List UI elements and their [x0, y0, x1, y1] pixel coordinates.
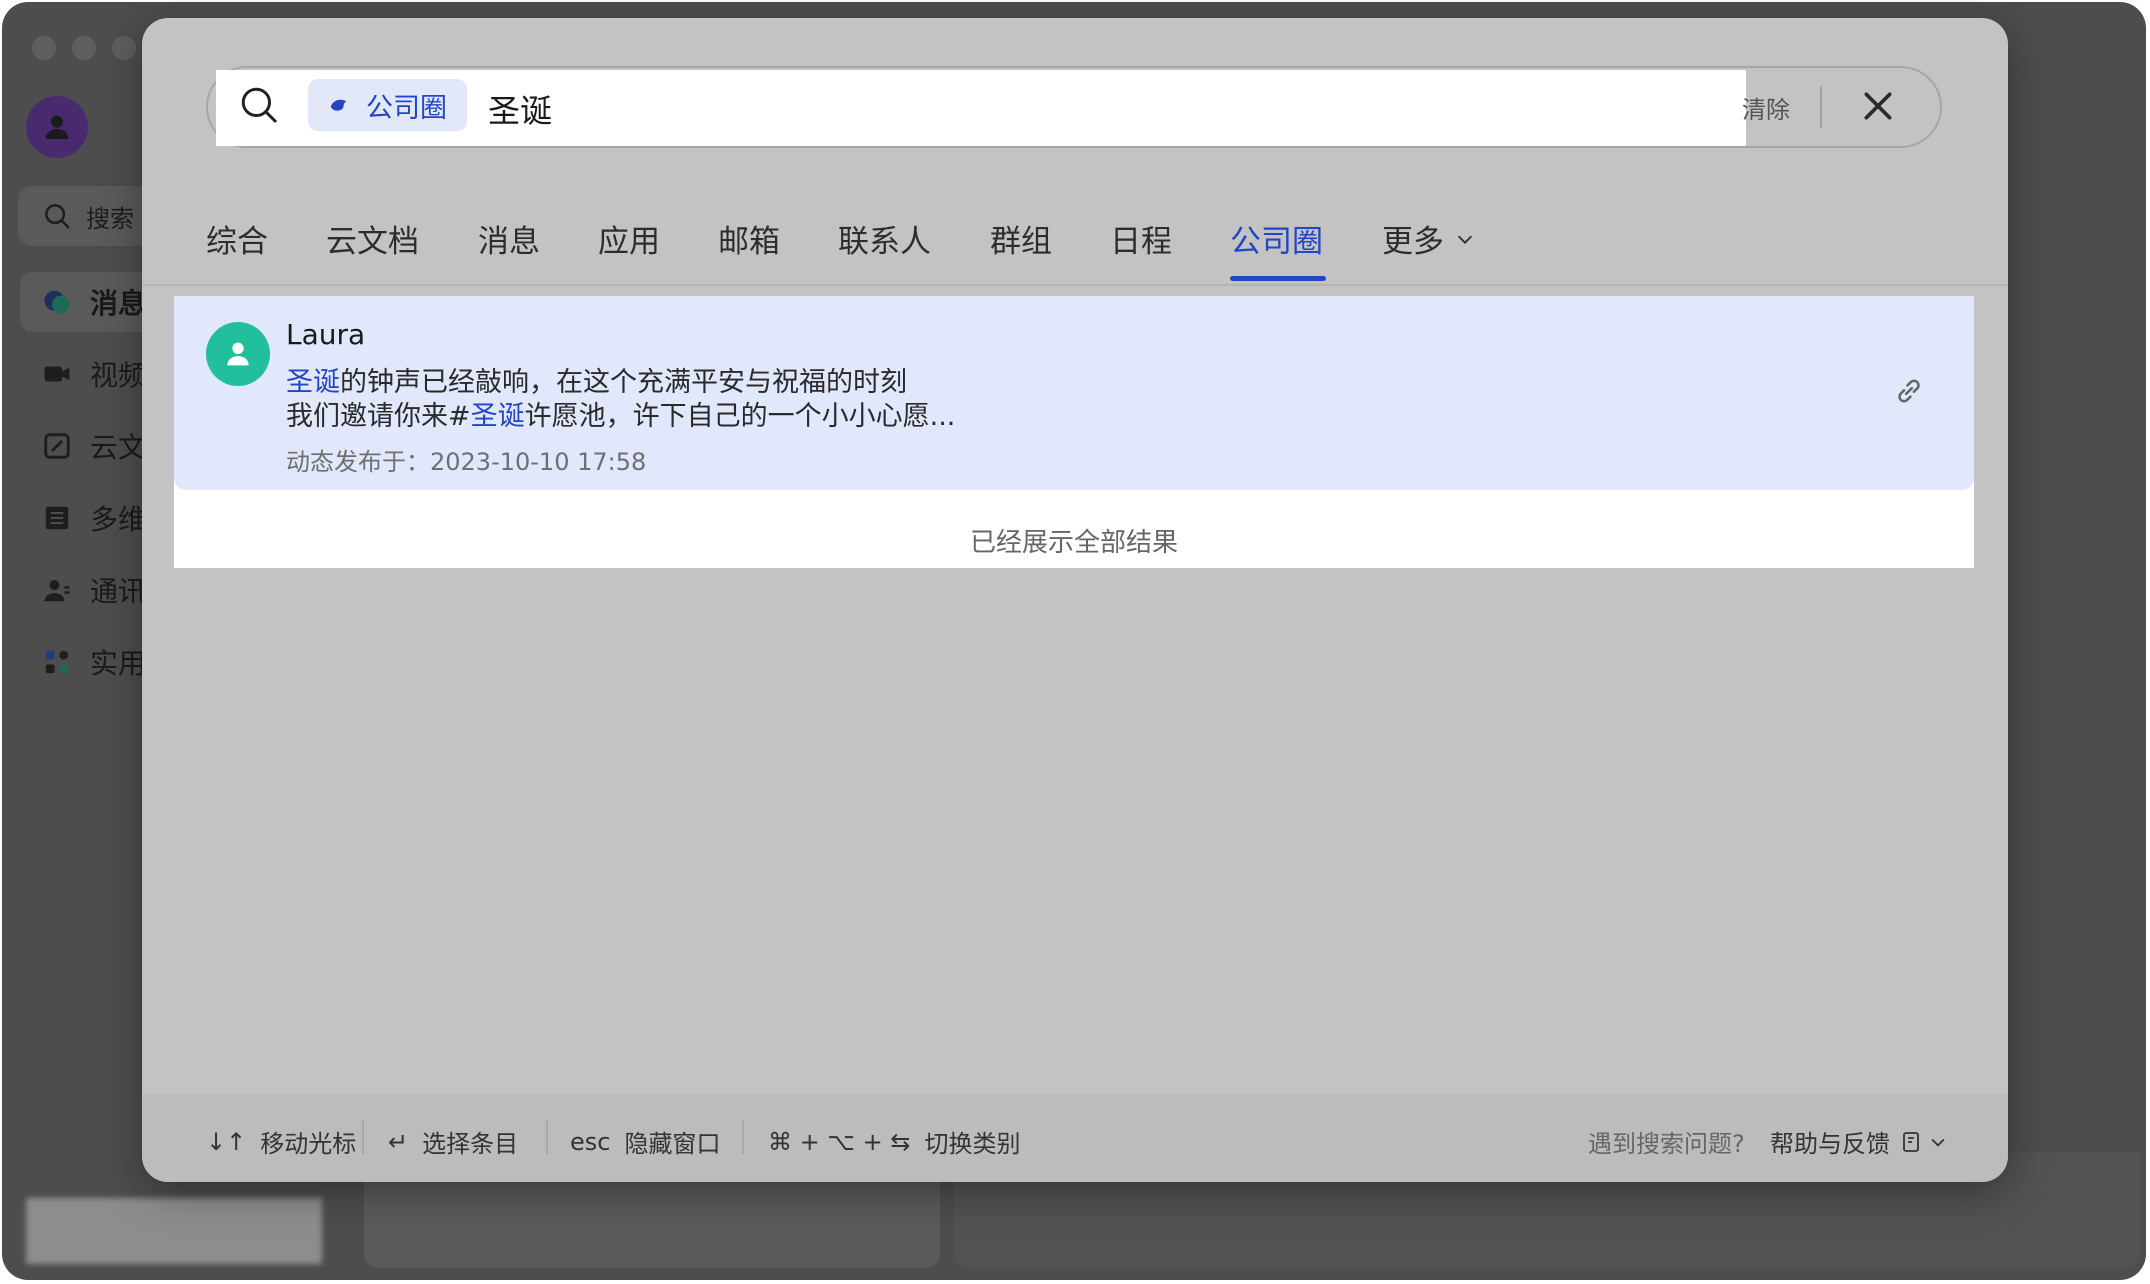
shortcut-key: ↵ — [388, 1127, 409, 1156]
help-feedback-label: 帮助与反馈 — [1770, 1130, 1890, 1158]
sidebar-item-label: 云文 — [90, 431, 147, 464]
shortcut-key: esc — [570, 1127, 611, 1156]
shortcut-key: ↓↑ — [206, 1127, 247, 1156]
search-problem-text: 遇到搜索问题? — [1588, 1130, 1745, 1158]
tab-messages[interactable]: 消息 — [478, 216, 540, 261]
post-timestamp: 动态发布于：2023-10-10 17:58 — [286, 448, 647, 476]
author-name: Laura — [286, 318, 366, 351]
clear-button[interactable]: 清除 — [1742, 90, 1790, 125]
sidebar-item-label: 实用 — [90, 647, 147, 680]
shortcut-label: 切换类别 — [924, 1130, 1021, 1158]
window-close-dot[interactable] — [32, 36, 56, 60]
help-feedback-button[interactable]: 帮助与反馈 — [1770, 1124, 1948, 1159]
sidebar-search-label: 搜索 — [86, 204, 134, 233]
divider — [546, 1120, 548, 1154]
results-list: Laura 圣诞的钟声已经敲响，在这个充满平安与祝福的时刻 我们邀请你来#圣诞许… — [174, 296, 1974, 568]
sidebar-item-label: 多维 — [90, 503, 147, 536]
tab-groups[interactable]: 群组 — [990, 216, 1052, 261]
tab-calendar[interactable]: 日程 — [1110, 216, 1172, 261]
apps-icon — [42, 647, 72, 677]
link-icon[interactable] — [1892, 374, 1926, 408]
shortcut-hide: esc 隐藏窗口 — [570, 1124, 720, 1159]
divider — [1820, 86, 1822, 128]
shortcut-key: ⌘ + ⌥ + ⇆ — [768, 1127, 911, 1156]
sidebar-item-label: 通讯 — [90, 575, 147, 608]
sidebar-item-label: 消息 — [90, 287, 147, 320]
tab-more-label: 更多 — [1382, 224, 1444, 260]
divider — [362, 1120, 364, 1154]
window-zoom-dot[interactable] — [112, 36, 136, 60]
author-avatar — [206, 322, 270, 386]
scope-chip-label: 公司圈 — [366, 92, 447, 124]
search-bar[interactable]: 公司圈 圣诞 清除 — [206, 66, 1942, 148]
close-icon[interactable] — [1858, 86, 1898, 126]
feedback-icon — [1903, 1131, 1919, 1152]
tab-overview[interactable]: 综合 — [206, 216, 268, 261]
tab-more[interactable]: 更多 — [1382, 216, 1476, 261]
chevron-down-icon — [1931, 1138, 1945, 1147]
end-of-results-note: 已经展示全部结果 — [969, 528, 1178, 558]
divider — [742, 1120, 744, 1154]
shortcut-select: ↵ 选择条目 — [388, 1124, 518, 1159]
shortcut-move: ↓↑ 移动光标 — [206, 1124, 356, 1159]
tab-cloud-docs[interactable]: 云文档 — [326, 216, 419, 261]
window-minimize-dot[interactable] — [72, 36, 96, 60]
tab-mail[interactable]: 邮箱 — [718, 216, 780, 261]
search-input[interactable]: 圣诞 — [488, 86, 552, 132]
result-card[interactable]: Laura 圣诞的钟声已经敲响，在这个充满平安与祝福的时刻 我们邀请你来#圣诞许… — [174, 296, 1974, 490]
category-tabs: 综合 云文档 消息 应用 邮箱 联系人 群组 日程 公司圈 更多 — [142, 198, 2008, 284]
cloud-doc-icon — [42, 431, 72, 461]
scope-chip[interactable]: 公司圈 — [308, 79, 467, 131]
tab-moments[interactable]: 公司圈 — [1230, 216, 1323, 261]
post-text: 我们邀请你来# — [286, 401, 471, 432]
tabs-divider — [142, 284, 2008, 286]
person-icon — [45, 115, 69, 139]
search-icon — [45, 204, 70, 229]
search-icon — [241, 87, 277, 123]
keyword-highlight: 圣诞 — [470, 401, 525, 432]
person-icon — [227, 342, 249, 366]
chat-bubble-icon — [42, 287, 72, 317]
shortcut-label: 移动光标 — [260, 1130, 357, 1158]
post-excerpt-line2: 我们邀请你来#圣诞许愿池，许下自己的一个小小心愿... — [286, 394, 955, 433]
active-tab-indicator — [1230, 276, 1326, 281]
shortcut-switch: ⌘ + ⌥ + ⇆ 切换类别 — [768, 1124, 1021, 1159]
post-text: 许愿池，许下自己的一个小小心愿... — [524, 401, 956, 432]
shortcut-footer: ↓↑ 移动光标 ↵ 选择条目 esc 隐藏窗口 ⌘ + ⌥ + ⇆ 切换类别 遇到搜索问… — [142, 1094, 2008, 1182]
user-avatar[interactable] — [26, 96, 88, 158]
table-icon — [42, 503, 72, 533]
contacts-icon — [42, 575, 72, 605]
tab-apps[interactable]: 应用 — [598, 216, 660, 261]
video-camera-icon — [42, 359, 72, 389]
sidebar-item-label: 视频 — [90, 359, 147, 392]
moments-icon — [330, 99, 347, 111]
shortcut-label: 选择条目 — [422, 1130, 519, 1158]
chevron-down-icon — [1457, 235, 1473, 244]
tab-contacts[interactable]: 联系人 — [838, 216, 931, 261]
search-modal: 公司圈 圣诞 清除 综合 云文档 消息 应用 邮箱 联系人 群组 日程 公司圈 … — [142, 18, 2008, 1182]
shortcut-label: 隐藏窗口 — [624, 1130, 721, 1158]
blurred-account-area — [26, 1198, 322, 1264]
